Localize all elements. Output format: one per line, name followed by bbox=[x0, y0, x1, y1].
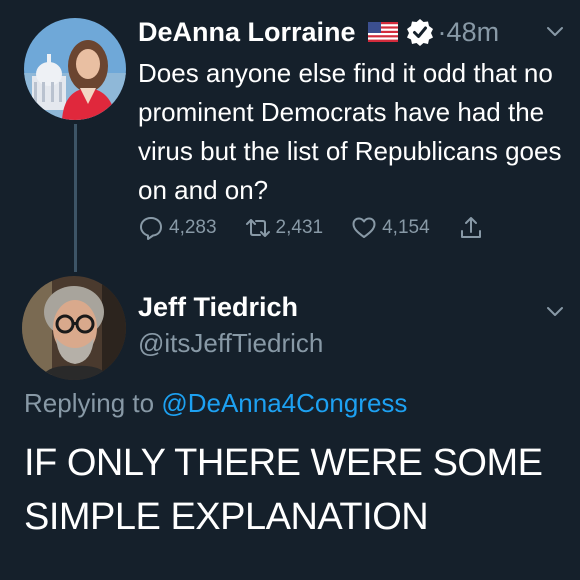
reply-avatar-photo bbox=[22, 276, 126, 380]
heart-icon bbox=[352, 217, 376, 238]
tweet-header: DeAnna Lorraine ·48m bbox=[138, 14, 564, 50]
us-flag-icon bbox=[367, 22, 398, 42]
reply-button[interactable]: 4,283 bbox=[138, 215, 217, 241]
tweet-actions: 4,283 2,431 4,154 bbox=[138, 212, 512, 244]
retweet-button[interactable]: 2,431 bbox=[245, 215, 324, 241]
avatar[interactable] bbox=[24, 18, 126, 120]
tweet-text: Does anyone else find it odd that no pro… bbox=[138, 58, 562, 205]
reply-author-name[interactable]: Jeff Tiedrich bbox=[138, 292, 298, 323]
replying-to-mention[interactable]: @DeAnna4Congress bbox=[161, 388, 407, 418]
share-button[interactable] bbox=[458, 215, 484, 241]
thread-connector-line bbox=[74, 124, 77, 272]
retweet-count: 2,431 bbox=[275, 217, 324, 238]
avatar-photo bbox=[24, 18, 126, 120]
share-icon bbox=[460, 217, 481, 238]
author-name[interactable]: DeAnna Lorraine bbox=[138, 17, 356, 48]
tweet-thread: DeAnna Lorraine ·48m Does anyone else fi… bbox=[0, 0, 580, 580]
replying-to: Replying to @DeAnna4Congress bbox=[24, 388, 407, 419]
retweet-icon bbox=[245, 219, 270, 237]
reply-author-handle[interactable]: @itsJeffTiedrich bbox=[138, 328, 323, 359]
like-count: 4,154 bbox=[382, 217, 430, 238]
verified-badge-icon bbox=[406, 18, 434, 46]
timestamp-value: 48m bbox=[446, 16, 500, 47]
replying-to-label: Replying to bbox=[24, 388, 155, 418]
like-button[interactable]: 4,154 bbox=[351, 215, 430, 241]
chevron-down-icon[interactable] bbox=[544, 20, 566, 42]
reply-avatar[interactable] bbox=[22, 276, 126, 380]
chevron-down-icon[interactable] bbox=[544, 300, 566, 322]
reply-icon bbox=[140, 217, 162, 240]
reply-count: 4,283 bbox=[169, 217, 217, 238]
tweet-timestamp[interactable]: ·48m bbox=[438, 17, 500, 48]
reply-text: IF ONLY THERE WERE SOME SIMPLE EXPLANATI… bbox=[24, 442, 543, 538]
